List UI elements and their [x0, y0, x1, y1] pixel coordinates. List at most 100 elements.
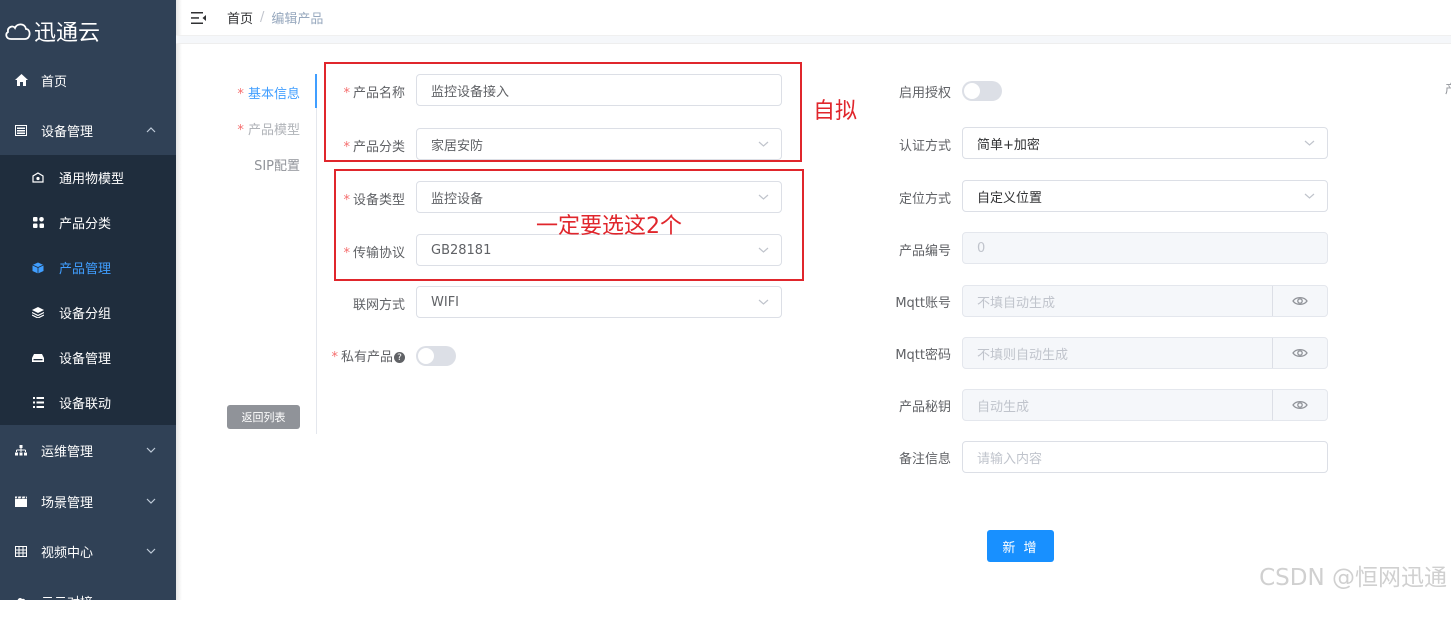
- auth-method-label: 认证方式: [898, 139, 951, 154]
- auth-method-value: 简单+加密: [977, 137, 1040, 153]
- sitemap-icon: [14, 443, 28, 457]
- chevron-down-icon: [1304, 193, 1315, 199]
- layers-icon: [32, 307, 44, 319]
- device-management-submenu: 通用物模型 产品分类 产品管理 设备分组 设备管理 设备联动: [0, 155, 176, 425]
- sidebar-item-label: 视频中心: [41, 545, 94, 561]
- remarks-label: 备注信息: [898, 452, 951, 467]
- annotation-text-must-select: 一定要选这2个: [536, 214, 682, 239]
- tab-basic-info[interactable]: * 基本信息: [210, 83, 300, 102]
- product-secret-placeholder: 自动生成: [977, 399, 1030, 415]
- product-number-label: 产品编号: [898, 244, 951, 259]
- chevron-down-icon: [1304, 140, 1315, 146]
- home-icon: [14, 73, 28, 87]
- show-mqtt-password-button[interactable]: [1272, 338, 1327, 368]
- chevron-up-icon: [146, 127, 156, 133]
- auth-method-select[interactable]: 简单+加密: [962, 127, 1328, 159]
- location-method-label: 定位方式: [898, 192, 951, 207]
- location-method-value: 自定义位置: [977, 190, 1043, 206]
- category-icon: [32, 217, 44, 229]
- network-mode-value: WIFI: [431, 294, 459, 310]
- scene-icon: [14, 494, 28, 508]
- tab-sip-config[interactable]: SIP配置: [210, 155, 300, 174]
- sidebar: 迅通云 首页 设备管理 通用物模型 产品分类 产品管理 设备分组 设备管理 设备…: [0, 0, 182, 611]
- network-mode-select[interactable]: WIFI: [416, 286, 782, 318]
- annotation-text-self-defined: 自拟: [813, 99, 858, 124]
- sidebar-subitem-label: 产品管理: [59, 262, 112, 277]
- switch-knob: [418, 348, 434, 364]
- navbar: 首页 / 编辑产品: [176, 0, 1451, 36]
- clipped-label: 产: [1445, 80, 1451, 97]
- tab-label: 基本信息: [247, 87, 300, 102]
- device-icon: [14, 123, 28, 137]
- sidebar-subitem-label: 设备联动: [59, 397, 112, 412]
- mqtt-password-input[interactable]: 不填则自动生成: [962, 337, 1328, 369]
- add-button[interactable]: 新 增: [987, 530, 1054, 562]
- annotation-box-name-category: [324, 62, 802, 162]
- mqtt-account-placeholder: 不填自动生成: [977, 295, 1056, 311]
- tab-product-model[interactable]: * 产品模型: [210, 119, 300, 138]
- location-method-select[interactable]: 自定义位置: [962, 180, 1328, 212]
- mqtt-account-label: Mqtt账号: [895, 296, 951, 311]
- sidebar-subitem-label: 设备管理: [59, 352, 112, 367]
- mqtt-password-placeholder: 不填则自动生成: [977, 347, 1069, 363]
- network-mode-label: 联网方式: [352, 298, 405, 313]
- sidebar-subitem-device-group[interactable]: 设备分组: [0, 290, 176, 335]
- remarks-placeholder: 请输入内容: [977, 451, 1043, 467]
- private-product-label: * 私有产品?: [305, 346, 405, 365]
- breadcrumb-home[interactable]: 首页: [227, 8, 253, 27]
- sidebar-item-video-center[interactable]: 视频中心: [0, 526, 176, 576]
- help-icon[interactable]: ?: [394, 352, 405, 363]
- eye-icon: [1292, 400, 1308, 410]
- model-icon: [32, 172, 44, 184]
- sidebar-subitem-label: 产品分类: [59, 217, 112, 232]
- sidebar-item-device-management[interactable]: 设备管理: [0, 105, 176, 155]
- enable-auth-label: 启用授权: [898, 86, 951, 101]
- sidebar-subitem-device-linkage[interactable]: 设备联动: [0, 380, 176, 425]
- switch-knob: [964, 83, 980, 99]
- eye-icon: [1292, 348, 1308, 358]
- sidebar-subitem-category[interactable]: 产品分类: [0, 200, 176, 245]
- sidebar-subitem-label: 设备分组: [59, 307, 112, 322]
- tags-view-bar: [176, 36, 1451, 44]
- sidebar-item-label: 运维管理: [41, 444, 94, 460]
- sidebar-item-home[interactable]: 首页: [0, 55, 176, 105]
- cloud-logo-icon: [5, 23, 31, 40]
- product-secret-input[interactable]: 自动生成: [962, 389, 1328, 421]
- sidebar-item-cloud-integration[interactable]: 云云对接: [0, 576, 176, 626]
- grid-icon: [14, 544, 28, 558]
- product-number-input: 0: [962, 232, 1328, 264]
- sidebar-subitem-product-management[interactable]: 产品管理: [0, 245, 176, 290]
- sidebar-subitem-label: 通用物模型: [59, 172, 125, 187]
- mqtt-account-input[interactable]: 不填自动生成: [962, 285, 1328, 317]
- sidebar-item-label: 云云对接: [41, 595, 94, 611]
- back-to-list-button[interactable]: 返回列表: [227, 405, 300, 429]
- chevron-down-icon: [146, 498, 156, 504]
- menu-fold-icon[interactable]: [191, 11, 207, 25]
- enable-auth-switch[interactable]: [962, 81, 1002, 101]
- list-icon: [32, 397, 44, 409]
- breadcrumb-separator: /: [260, 10, 265, 25]
- eye-icon: [1292, 296, 1308, 306]
- chevron-down-icon: [146, 548, 156, 554]
- show-mqtt-account-button[interactable]: [1272, 286, 1327, 316]
- device-box-icon: [32, 352, 44, 364]
- sidebar-item-label: 设备管理: [41, 124, 94, 140]
- mqtt-password-label: Mqtt密码: [895, 348, 951, 363]
- cloud-icon: [14, 594, 28, 608]
- sidebar-item-label: 场景管理: [41, 495, 94, 511]
- chevron-down-icon: [146, 447, 156, 453]
- tab-label: SIP配置: [254, 159, 300, 174]
- cube-icon: [32, 262, 44, 274]
- private-product-switch[interactable]: [416, 346, 456, 366]
- remarks-input[interactable]: 请输入内容: [962, 441, 1328, 473]
- product-number-value: 0: [977, 240, 986, 256]
- sidebar-subitem-device-management[interactable]: 设备管理: [0, 335, 176, 380]
- logo[interactable]: 迅通云: [0, 0, 176, 62]
- breadcrumb-current: 编辑产品: [271, 12, 324, 27]
- sidebar-item-scene-management[interactable]: 场景管理: [0, 476, 176, 526]
- chevron-down-icon: [758, 299, 769, 305]
- sidebar-subitem-model[interactable]: 通用物模型: [0, 155, 176, 200]
- product-secret-label: 产品秘钥: [898, 400, 951, 415]
- show-product-secret-button[interactable]: [1272, 390, 1327, 420]
- sidebar-item-ops-management[interactable]: 运维管理: [0, 425, 176, 475]
